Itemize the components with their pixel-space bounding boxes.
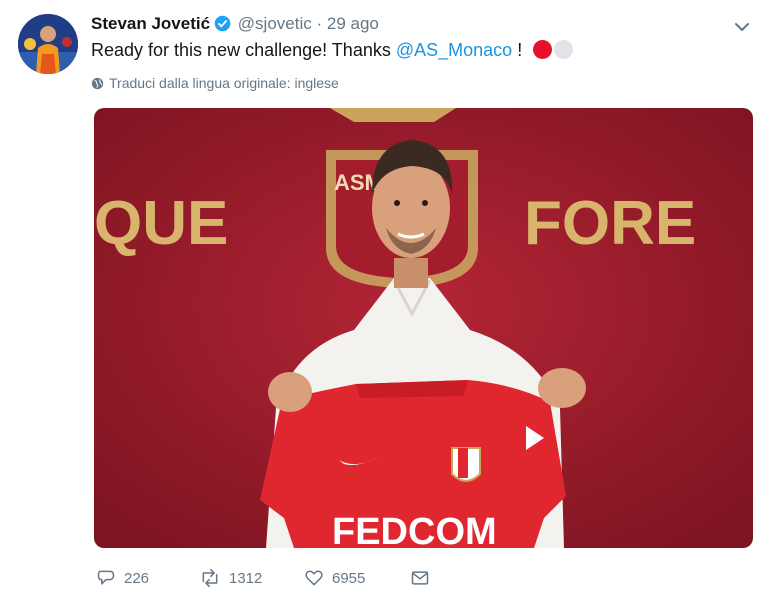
avatar-image xyxy=(18,14,78,74)
wall-text-left: QUE xyxy=(94,189,228,258)
white-circle-emoji-icon xyxy=(554,40,574,59)
retweet-count: 1312 xyxy=(229,569,263,587)
wall-text-right: FORE xyxy=(524,189,696,258)
reply-icon xyxy=(97,570,115,585)
tweet-text: Ready for this new challenge! Thanks @AS… xyxy=(91,38,574,62)
shirt-sponsor-text: FEDCOM xyxy=(332,511,497,548)
like-button[interactable]: 6955 xyxy=(304,568,365,588)
tweet-timestamp[interactable]: 29 ago xyxy=(327,14,379,33)
retweet-button[interactable]: 1312 xyxy=(199,568,262,588)
author-name[interactable]: Stevan Jovetić xyxy=(91,14,210,33)
photo-illustration: QUE FORE ASMO FEDCOM xyxy=(94,108,753,548)
author-handle[interactable]: @sjovetic xyxy=(238,14,312,33)
translate-label: Traduci dalla lingua originale: inglese xyxy=(109,75,339,91)
like-count: 6955 xyxy=(332,569,366,587)
translate-link[interactable]: Traduci dalla lingua originale: inglese xyxy=(91,74,339,92)
reply-button[interactable]: 226 xyxy=(96,568,149,588)
tweet-text-after: ! xyxy=(512,40,523,60)
globe-icon xyxy=(91,77,104,90)
avatar[interactable] xyxy=(18,14,78,74)
heart-icon xyxy=(305,570,323,586)
tweet-header: Stevan Jovetić @sjovetic · 29 ago xyxy=(91,13,379,38)
direct-message-button[interactable] xyxy=(410,568,430,588)
mention-link[interactable]: @AS_Monaco xyxy=(396,40,512,60)
red-circle-emoji-icon xyxy=(533,40,553,59)
verified-badge-icon xyxy=(214,15,231,38)
separator-dot: · xyxy=(316,14,323,33)
envelope-icon xyxy=(411,571,429,585)
tweet-photo[interactable]: QUE FORE ASMO FEDCOM xyxy=(94,108,753,548)
tweet-text-before: Ready for this new challenge! Thanks xyxy=(91,40,396,60)
reply-count: 226 xyxy=(124,569,150,587)
retweet-icon xyxy=(202,568,218,588)
chevron-down-icon[interactable] xyxy=(733,18,751,41)
